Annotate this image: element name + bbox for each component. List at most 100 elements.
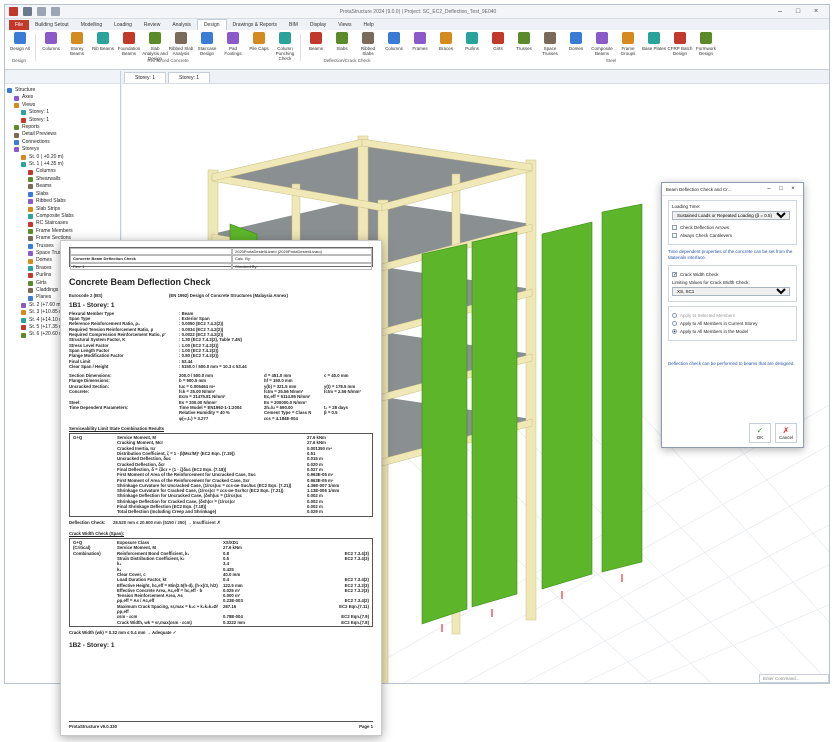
report-header: 2020ProtaDesteliLizaro (2020ProtaDesteli…: [69, 247, 373, 270]
redo-icon[interactable]: [51, 7, 60, 16]
tab-modelling[interactable]: Modelling: [75, 20, 108, 30]
tree-item[interactable]: Frame Members: [7, 228, 118, 235]
command-input[interactable]: Enter Command...: [759, 674, 829, 683]
tree-item[interactable]: Beams: [7, 183, 118, 190]
tree-node-icon: [28, 169, 33, 175]
crack-width-toggle[interactable]: ✓ Crack Width Check: [672, 272, 793, 278]
tree-item-label: Views: [22, 101, 36, 108]
tree-node-icon: [21, 154, 26, 160]
tree-item-label: Beams: [36, 183, 52, 190]
ribbon-button-icon: [596, 32, 608, 44]
ok-button[interactable]: ✓ OK: [749, 423, 771, 443]
close-button[interactable]: ×: [807, 8, 825, 15]
ribbon-button-label: Formwork Design: [696, 46, 716, 56]
report-footer-version: ProtaStructure v9.0.330: [69, 723, 118, 729]
cancel-button[interactable]: ✗ Cancel: [775, 423, 797, 443]
tab-file[interactable]: File: [9, 20, 30, 30]
tree-item[interactable]: RC Staircases: [7, 220, 118, 227]
scope-section: Apply to Selected Members Apply to All M…: [668, 306, 797, 341]
limit-select[interactable]: XS, XC1: [672, 287, 790, 296]
dialog-maximize-icon[interactable]: □: [775, 186, 787, 192]
tab-bim[interactable]: BIM: [283, 20, 304, 30]
tab-review[interactable]: Review: [138, 20, 166, 30]
tree-item[interactable]: Slab Strips: [7, 206, 118, 213]
radio-selected-members[interactable]: Apply to Selected Members: [672, 313, 793, 318]
tree-item[interactable]: Shearwalls: [7, 176, 118, 183]
beam-heading: 1B1 - Storey: 1: [69, 301, 115, 309]
tree-node-icon: [14, 132, 19, 138]
undo-icon[interactable]: [37, 7, 46, 16]
tab-design[interactable]: Design: [196, 19, 227, 30]
explorer-header: [5, 71, 120, 84]
tree-node-icon: [28, 221, 33, 227]
dialog-minimize-icon[interactable]: –: [763, 186, 775, 192]
radio-selected[interactable]: [672, 329, 677, 334]
sls-row: Total Deflection (Including Creep and Sh…: [73, 509, 369, 514]
tree-item-label: Structure: [15, 87, 36, 93]
ribbon-button-label: Trusses: [516, 46, 532, 51]
tree-item[interactable]: St. 0 ( +0.20 m): [7, 154, 118, 161]
crack-cell: [73, 604, 117, 615]
tab-drawings-reports[interactable]: Drawings & Reports: [227, 20, 283, 30]
report-footer: ProtaStructure v9.0.330 Page 1: [69, 720, 373, 729]
tree-item-label: Connections: [22, 138, 50, 145]
tree-item[interactable]: Storey: 1: [7, 109, 118, 116]
ribbon-button-icon: [45, 32, 57, 44]
tree-item[interactable]: St. 1 ( +4.35 m): [7, 161, 118, 168]
tree-item-label: Ribbed Slabs: [36, 198, 66, 205]
radio[interactable]: [672, 321, 677, 326]
tab-display[interactable]: Display: [304, 20, 332, 30]
tab-views[interactable]: Views: [332, 20, 357, 30]
ribbon-button-label: Frame Groups: [620, 46, 636, 56]
radio-current-storey[interactable]: Apply to All Members in Current Storey: [672, 321, 793, 326]
dialog-titlebar: Beam Deflection Check and Cr... – □ ×: [662, 183, 803, 196]
ribbon-group-label: Steel: [605, 58, 617, 63]
deflection-check-label: Deflection Check:: [69, 519, 106, 525]
ribbon-button-label: Braces: [438, 46, 453, 51]
tree-item[interactable]: Detail Previews: [7, 131, 118, 138]
loading-select[interactable]: Sustained Loads or Repeated Loading (β =…: [672, 211, 790, 220]
check-arrows-option[interactable]: Check Deflection Arrows: [672, 225, 793, 230]
check-cantilevers-option[interactable]: Always Check Cantilevers: [672, 233, 793, 238]
tree-item[interactable]: Composite Slabs: [7, 213, 118, 220]
maximize-button[interactable]: □: [789, 8, 807, 15]
minimize-button[interactable]: –: [771, 8, 789, 15]
tree-node-icon: [28, 191, 33, 197]
dialog-close-icon[interactable]: ×: [787, 186, 799, 192]
ribbon-button-label: Space Trusses: [542, 46, 558, 56]
tree-item-label: Purlins: [36, 272, 52, 279]
save-icon[interactable]: [23, 7, 32, 16]
tab-loading[interactable]: Loading: [108, 20, 138, 30]
tree-item[interactable]: Axes: [7, 94, 118, 101]
tree-item[interactable]: Connections: [7, 139, 118, 146]
checkbox[interactable]: [672, 233, 677, 238]
tab-storey-view[interactable]: Storey: 1: [124, 72, 167, 83]
tree-item[interactable]: Views: [7, 102, 118, 109]
tree-node-icon: [21, 332, 26, 338]
tree-item[interactable]: Ribbed Slabs: [7, 198, 118, 205]
ribbon-button-icon: [14, 32, 26, 44]
tree-item-label: Frame Members: [36, 227, 73, 234]
tree-node-icon: [28, 206, 33, 212]
tab-help[interactable]: Help: [358, 20, 380, 30]
crack-check-icon[interactable]: ✓: [672, 272, 677, 278]
radio-all-members[interactable]: Apply to All Members in the Model: [672, 329, 793, 334]
crack-cell: EC2 Eqn.(7.8): [341, 619, 369, 625]
radio2-label: Apply to All Members in Current Storey: [680, 321, 758, 326]
tab-analysis[interactable]: Analysis: [166, 20, 197, 30]
tab-storey-view-2[interactable]: Storey: 1: [168, 72, 211, 83]
ribbon-group-label: Deflection/Crack Check: [323, 58, 371, 63]
tree-item[interactable]: Storey: 1: [7, 117, 118, 124]
tree-item[interactable]: Storeys: [7, 146, 118, 153]
checkbox[interactable]: [672, 225, 677, 230]
property-value: : 5150.0 / 500.0 mm = 10.3 ≤ 53.44: [179, 363, 247, 369]
tree-item[interactable]: Reports: [7, 124, 118, 131]
tree-item[interactable]: Slabs: [7, 191, 118, 198]
tree-item[interactable]: Columns: [7, 168, 118, 175]
tree-item-label: Shearwalls: [36, 175, 61, 182]
tree-item[interactable]: Structure: [7, 87, 118, 94]
ribbon-button-label: Ribbed Slab Analysis: [168, 46, 194, 56]
radio[interactable]: [672, 313, 677, 318]
tab-building-setout[interactable]: Building Setout: [29, 20, 75, 30]
tree-node-icon: [14, 140, 19, 146]
